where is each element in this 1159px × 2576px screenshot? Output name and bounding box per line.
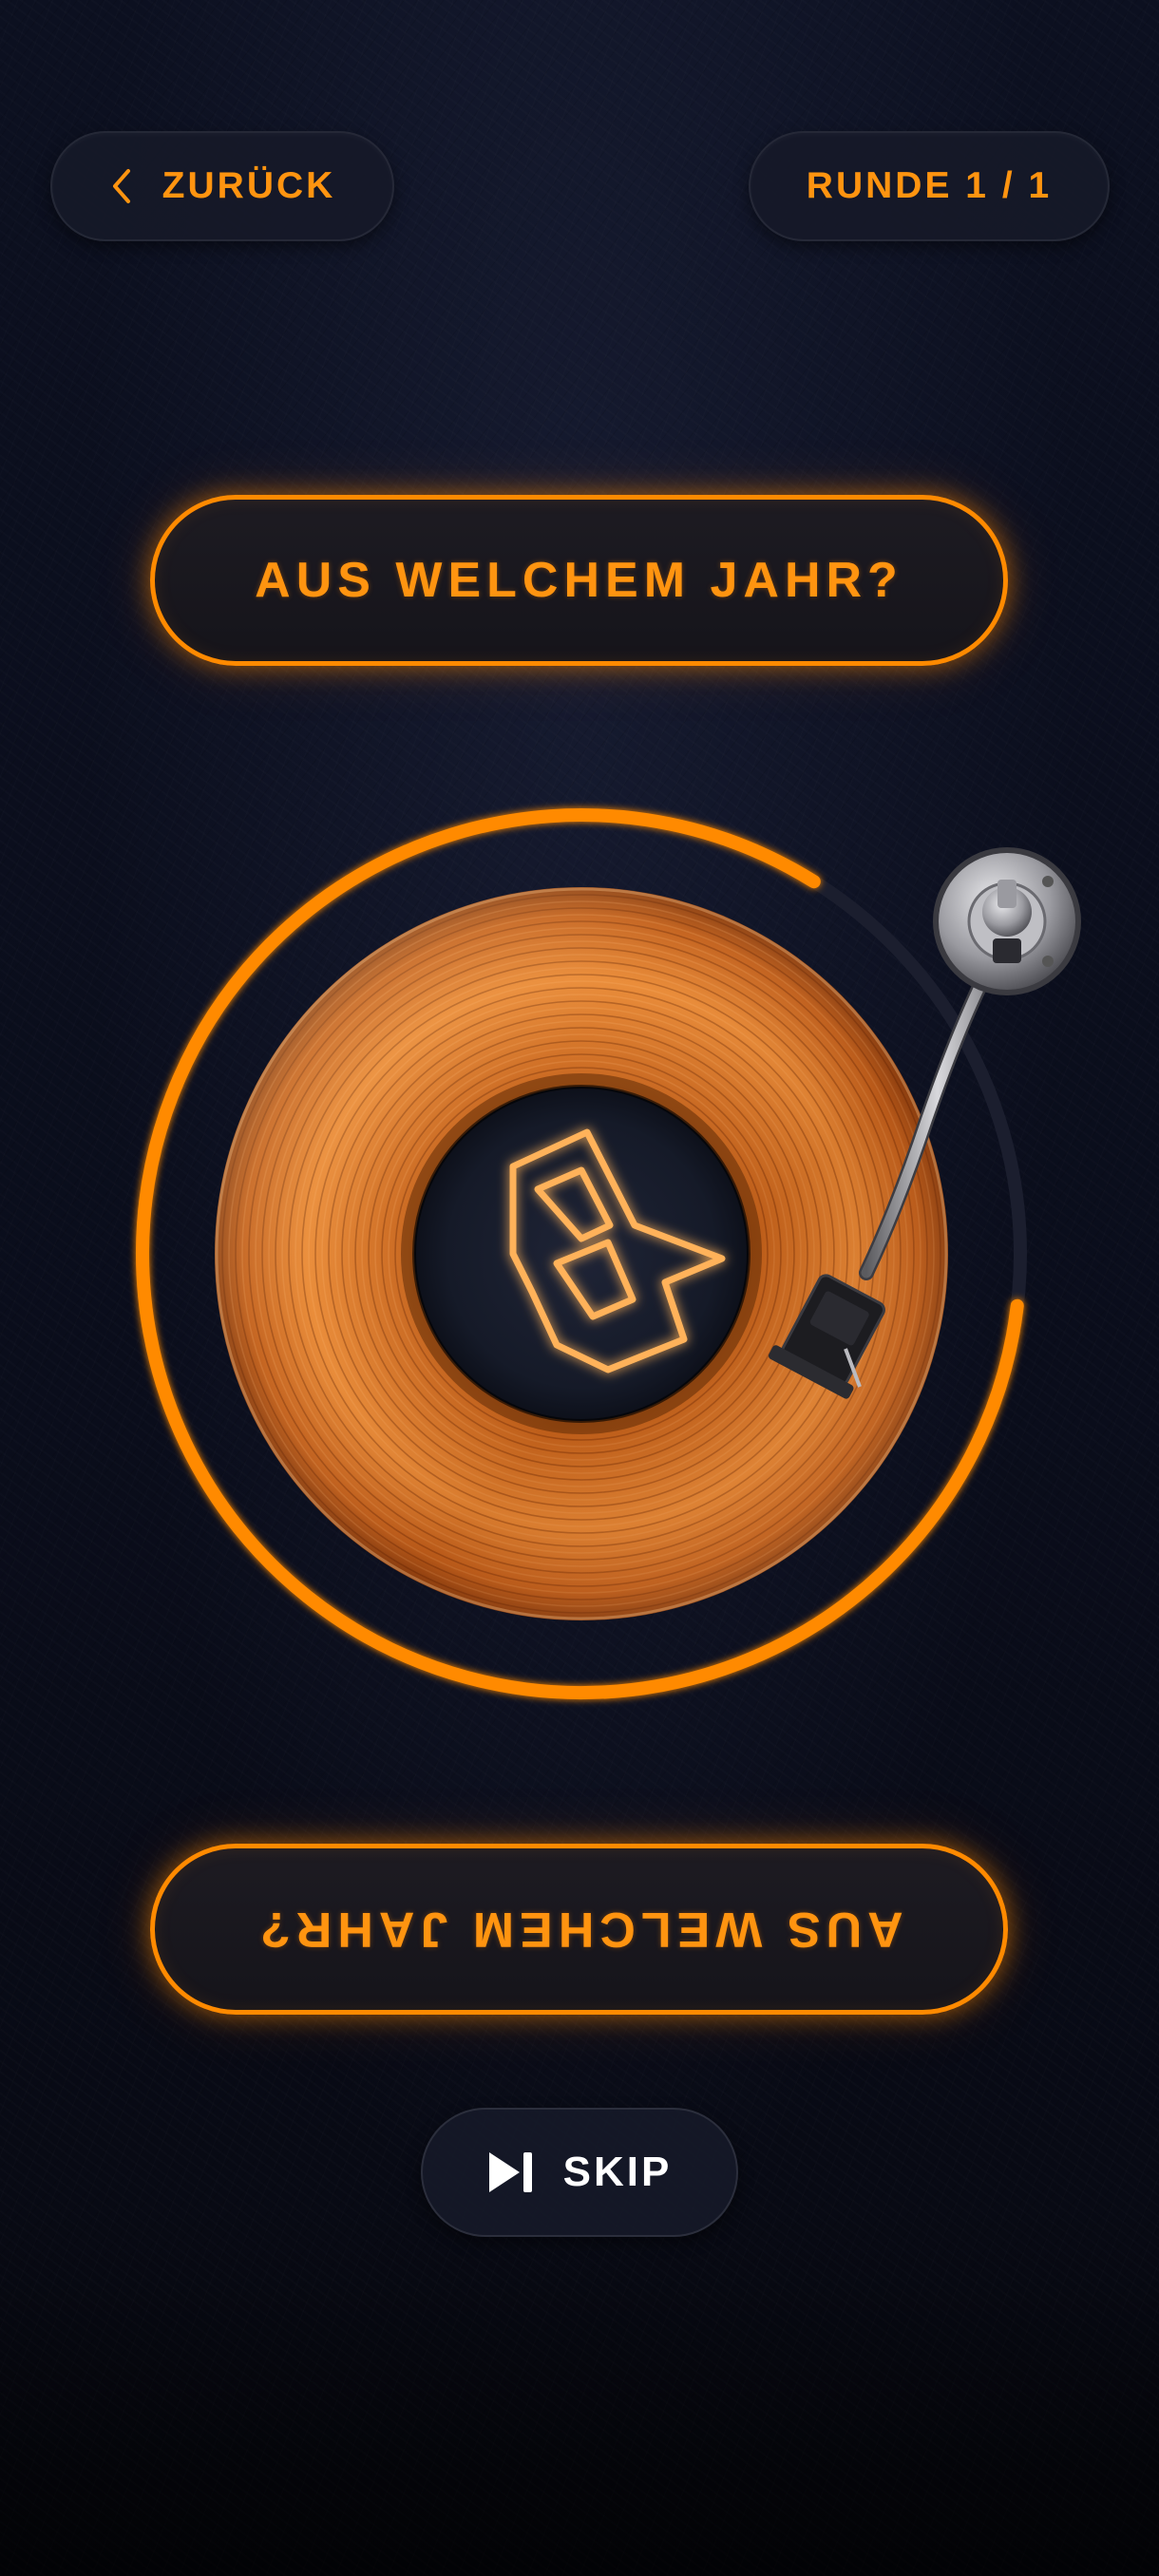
skip-next-icon — [488, 2152, 532, 2192]
back-button-label: ZURÜCK — [162, 165, 336, 206]
round-label: RUNDE 1 / 1 — [806, 165, 1053, 206]
question-banner-bottom: AUS WELCHEM JAHR? — [150, 1844, 1008, 2015]
round-indicator: RUNDE 1 / 1 — [749, 131, 1110, 241]
skip-button[interactable]: SKIP — [421, 2108, 738, 2237]
back-button[interactable]: ZURÜCK — [50, 131, 394, 241]
skip-label: SKIP — [562, 2149, 673, 2195]
chevron-left-icon — [112, 169, 130, 203]
turntable — [136, 808, 1081, 1699]
question-text-top: AUS WELCHEM JAHR? — [255, 553, 903, 608]
question-banner-top: AUS WELCHEM JAHR? — [150, 495, 1008, 666]
question-text-bottom: AUS WELCHEM JAHR? — [255, 1902, 903, 1957]
bottom-shade — [0, 2272, 1159, 2576]
